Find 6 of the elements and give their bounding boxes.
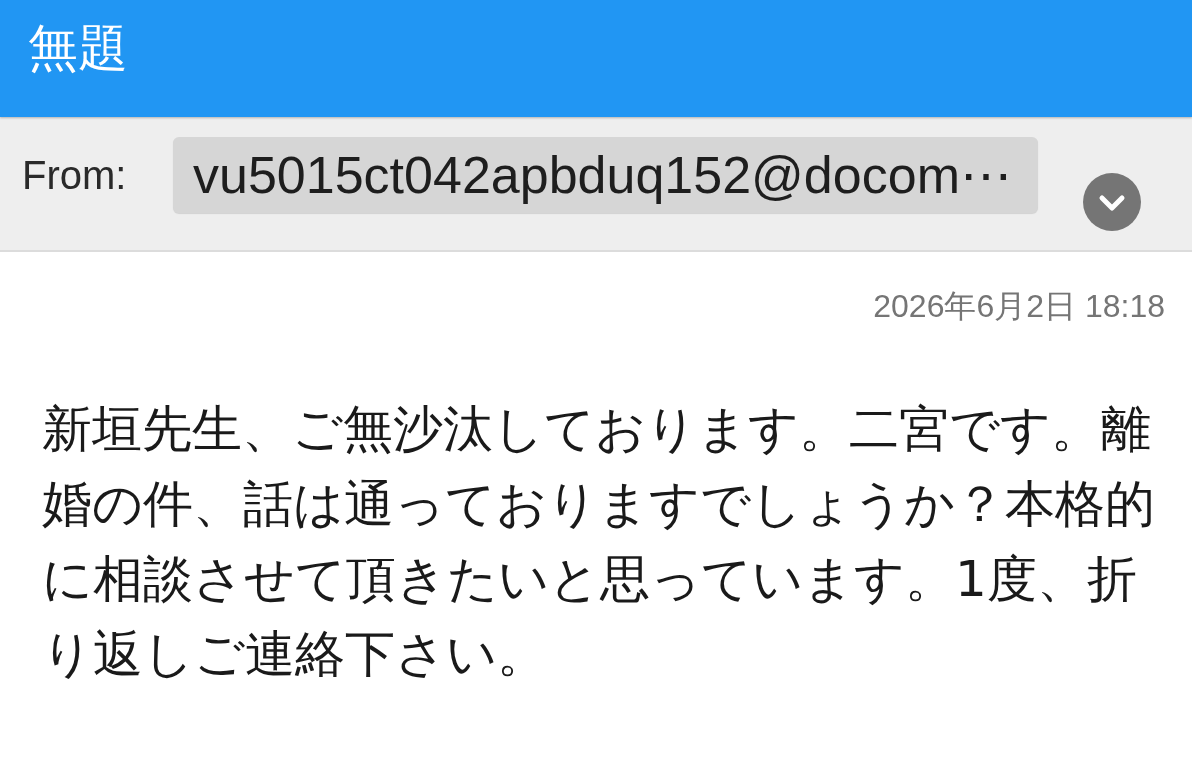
- sender-address-chip[interactable]: vu5015ct042apbduq152@docom⋯: [173, 137, 1038, 213]
- from-label: From:: [22, 152, 127, 199]
- message-body: 新垣先生、ご無沙汰しております。二宮です。離婚の件、話は通っておりますでしょうか？本格的に相談させて頂きたいと思っています。1度、折り返しご連絡下さい。: [42, 399, 1156, 685]
- chevron-down-icon[interactable]: [1083, 173, 1141, 231]
- message-date: 2026年6月2日 18:18: [873, 287, 1165, 326]
- window-title: 無題: [28, 18, 128, 78]
